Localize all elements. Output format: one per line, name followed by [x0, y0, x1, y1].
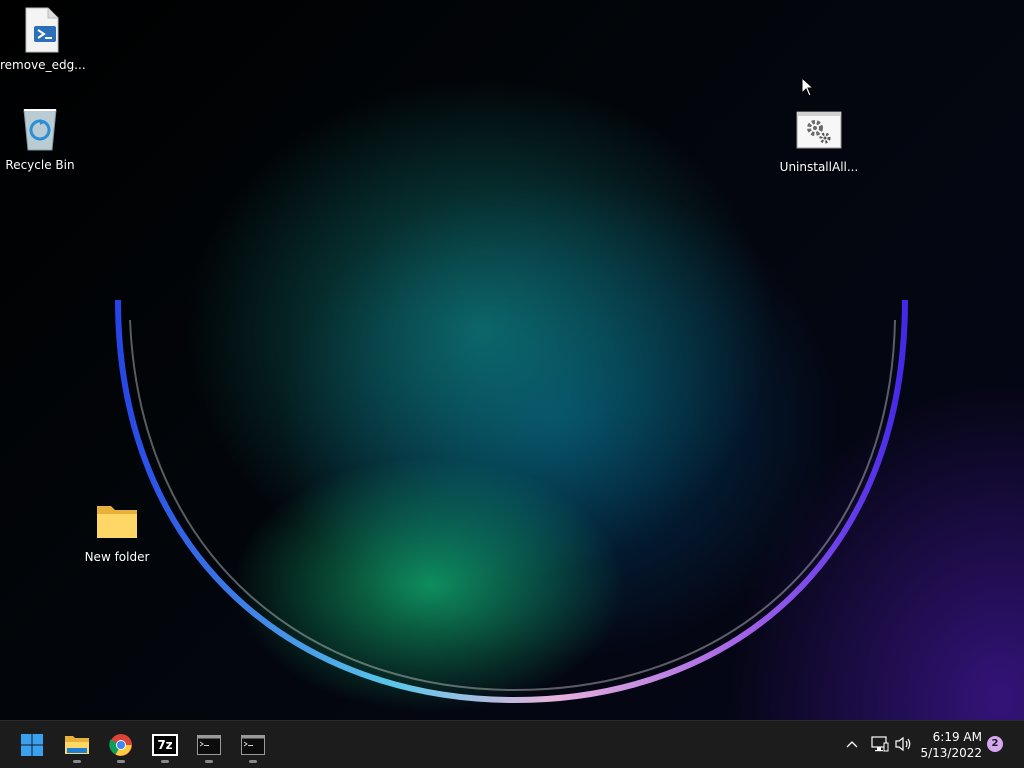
speaker-icon: [895, 736, 911, 752]
desktop[interactable]: remove_edg... Recycle Bin UninstallAll..…: [0, 0, 1024, 720]
network-icon: [871, 736, 889, 752]
network-button[interactable]: [869, 733, 891, 755]
clock-time: 6:19 AM: [932, 730, 982, 744]
desktop-icon-label: UninstallAll...: [779, 160, 859, 174]
desktop-icon-uninstall-all[interactable]: UninstallAll...: [779, 108, 859, 174]
terminal-icon: [241, 735, 265, 755]
desktop-icon-label: New folder: [84, 550, 150, 564]
windows-start-icon: [21, 734, 43, 756]
volume-button[interactable]: [893, 733, 915, 755]
clock[interactable]: 6:19 AM 5/13/2022: [916, 729, 982, 761]
taskbar-command-prompt-button-2[interactable]: [233, 725, 273, 765]
7zip-icon-label: 7z: [157, 738, 173, 752]
running-indicator: [205, 760, 213, 763]
recycle-bin-icon: [16, 106, 64, 154]
taskbar: 7z 6:19 AM 5/13/2022: [0, 720, 1024, 768]
desktop-icon-remove-edge-script[interactable]: remove_edg...: [0, 6, 86, 72]
folder-icon: [93, 498, 141, 546]
start-button[interactable]: [12, 725, 52, 765]
running-indicator: [73, 760, 81, 763]
taskbar-command-prompt-button[interactable]: [189, 725, 229, 765]
terminal-icon: [197, 735, 221, 755]
taskbar-chrome-button[interactable]: [101, 725, 141, 765]
chevron-up-icon: [846, 741, 858, 748]
clock-date: 5/13/2022: [920, 746, 982, 760]
taskbar-7zip-button[interactable]: 7z: [145, 725, 185, 765]
running-indicator: [249, 760, 257, 763]
notification-badge[interactable]: 2: [987, 736, 1003, 752]
mouse-cursor-icon: [801, 77, 815, 97]
desktop-icon-recycle-bin[interactable]: Recycle Bin: [0, 106, 80, 172]
7zip-icon: 7z: [152, 734, 178, 756]
desktop-icon-label: remove_edg...: [0, 58, 86, 72]
taskbar-file-explorer-button[interactable]: [57, 725, 97, 765]
desktop-icon-new-folder[interactable]: New folder: [77, 498, 157, 564]
powershell-script-icon: [16, 6, 64, 54]
chrome-icon: [109, 734, 132, 756]
batch-file-gears-icon: [795, 108, 843, 156]
desktop-icon-label: Recycle Bin: [5, 158, 75, 172]
running-indicator: [161, 760, 169, 763]
running-indicator: [117, 760, 125, 763]
wallpaper-bloom: [115, 299, 908, 704]
show-hidden-icons-button[interactable]: [841, 733, 863, 755]
file-explorer-icon: [65, 736, 89, 754]
